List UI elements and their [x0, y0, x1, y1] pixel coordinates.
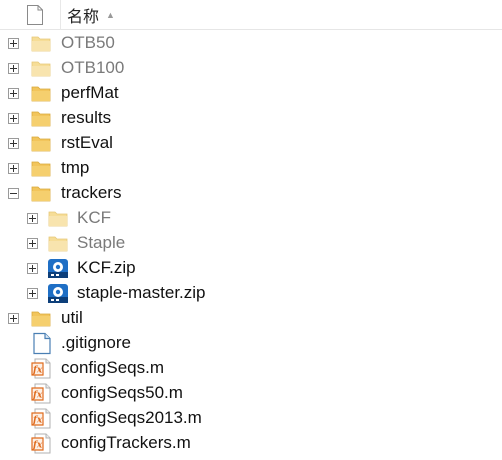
expand-plus-icon[interactable]: [8, 138, 19, 149]
tree-item-label: KCF: [77, 208, 111, 227]
tree-item-label: configSeqs50.m: [61, 383, 183, 402]
expand-plus-icon[interactable]: [27, 213, 38, 224]
tree-row[interactable]: results: [0, 106, 502, 131]
tree-item-label: KCF.zip: [77, 258, 136, 277]
tree-item-label: staple-master.zip: [77, 283, 206, 302]
tree-row[interactable]: fx configSeqs50.m: [0, 381, 502, 406]
blank-document-icon: [27, 5, 43, 25]
tree-row[interactable]: staple-master.zip: [0, 281, 502, 306]
tree-row[interactable]: OTB50: [0, 31, 502, 56]
expand-plus-icon[interactable]: [8, 38, 19, 49]
tree-row[interactable]: rstEval: [0, 131, 502, 156]
expand-plus-icon[interactable]: [8, 313, 19, 324]
expand-plus-icon[interactable]: [27, 238, 38, 249]
column-header: 名称 ▲: [0, 0, 502, 30]
tree-row[interactable]: KCF.zip: [0, 256, 502, 281]
tree-item-label: tmp: [61, 158, 90, 177]
tree-row[interactable]: fx configTrackers.m: [0, 431, 502, 456]
folder-icon: [29, 107, 53, 130]
tree-item-label: configTrackers.m: [61, 433, 191, 452]
svg-text:fx: fx: [32, 441, 43, 451]
tree-row[interactable]: perfMat: [0, 81, 502, 106]
folder-icon: [46, 207, 70, 230]
matlab-file-icon: fx: [30, 382, 54, 405]
tree-row[interactable]: fx configSeqs.m: [0, 356, 502, 381]
tree-row[interactable]: OTB100: [0, 56, 502, 81]
folder-icon: [29, 307, 53, 330]
expand-plus-icon[interactable]: [8, 163, 19, 174]
tree-item-label: configSeqs2013.m: [61, 408, 202, 427]
folder-icon: [29, 157, 53, 180]
tree-item-label: OTB50: [61, 33, 115, 52]
tree-row[interactable]: tmp: [0, 156, 502, 181]
folder-icon: [29, 32, 53, 55]
tree-item-label: perfMat: [61, 83, 119, 102]
sort-ascending-icon: ▲: [106, 10, 115, 20]
svg-text:fx: fx: [32, 391, 43, 401]
expand-plus-icon[interactable]: [8, 113, 19, 124]
tree-item-label: trackers: [61, 183, 122, 202]
zip-archive-icon: [46, 282, 70, 305]
folder-icon: [29, 182, 53, 205]
tree-item-label: rstEval: [61, 133, 113, 152]
folder-icon: [29, 82, 53, 105]
collapse-minus-icon[interactable]: [8, 188, 19, 199]
folder-icon: [29, 132, 53, 155]
matlab-file-icon: fx: [30, 357, 54, 380]
svg-text:fx: fx: [32, 416, 43, 426]
tree-row[interactable]: fx configSeqs2013.m: [0, 406, 502, 431]
tree-row[interactable]: trackers: [0, 181, 502, 206]
tree-row[interactable]: .gitignore: [0, 331, 502, 356]
expand-plus-icon[interactable]: [8, 63, 19, 74]
folder-icon: [46, 232, 70, 255]
tree-item-label: .gitignore: [61, 333, 131, 352]
tree-row[interactable]: util: [0, 306, 502, 331]
tree-item-label: configSeqs.m: [61, 358, 164, 377]
tree-item-label: results: [61, 108, 112, 127]
folder-icon: [29, 57, 53, 80]
matlab-file-icon: fx: [30, 407, 54, 430]
tree-item-label: OTB100: [61, 58, 125, 77]
tree-item-label: Staple: [77, 233, 126, 252]
svg-text:fx: fx: [32, 366, 43, 376]
zip-archive-icon: [46, 257, 70, 280]
expand-plus-icon[interactable]: [8, 88, 19, 99]
tree-row[interactable]: Staple: [0, 231, 502, 256]
expand-plus-icon[interactable]: [27, 263, 38, 274]
tree-row[interactable]: KCF: [0, 206, 502, 231]
name-column-header[interactable]: 名称 ▲: [60, 0, 115, 30]
name-column-label: 名称: [67, 9, 100, 26]
matlab-file-icon: fx: [30, 432, 54, 455]
tree-item-label: util: [61, 308, 83, 327]
expand-plus-icon[interactable]: [27, 288, 38, 299]
text-file-icon: [30, 332, 54, 355]
